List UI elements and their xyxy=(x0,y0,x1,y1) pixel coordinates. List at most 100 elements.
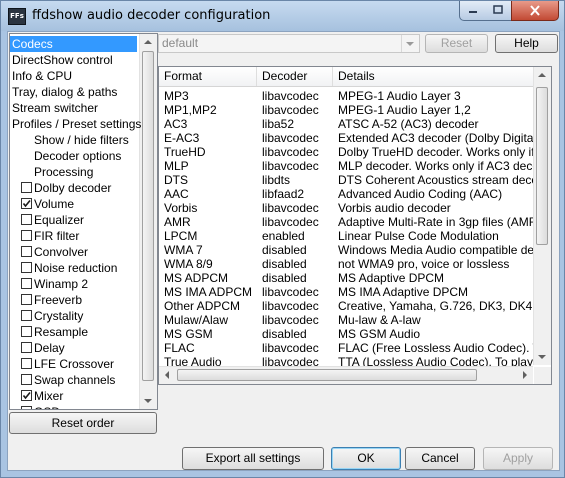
codec-format-cell: MP1,MP2 xyxy=(164,103,217,117)
codec-decoder-cell: libfaad2 xyxy=(262,187,305,201)
checkbox[interactable] xyxy=(21,182,32,193)
scroll-down-arrow-icon[interactable] xyxy=(538,355,546,359)
tree-scroll-thumb[interactable] xyxy=(142,51,154,381)
codec-format-cell: MP3 xyxy=(164,89,189,103)
tree-item-label: Stream switcher xyxy=(12,101,99,115)
codec-row[interactable]: MLP libavcodec MLP decoder. Works only if … xyxy=(159,159,533,173)
tree-item-label: Decoder options xyxy=(34,149,122,163)
tree-item-label: FIR filter xyxy=(34,229,80,243)
codec-row[interactable]: Vorbis libavcodec Vorbis audio decoder xyxy=(159,201,533,215)
codec-list-vscroll-thumb[interactable] xyxy=(536,87,548,245)
title-bar[interactable]: FFs ffdshow audio decoder configuration xyxy=(1,1,564,31)
checkbox[interactable] xyxy=(21,310,32,321)
checkbox[interactable] xyxy=(21,358,32,369)
codec-format-cell: WMA 7 xyxy=(164,243,203,257)
tree-item-label: Codecs xyxy=(12,37,53,51)
codec-details-cell: DTS Coherent Acoustics stream decoder xyxy=(338,173,533,187)
scroll-up-arrow-icon[interactable] xyxy=(538,73,546,77)
export-all-settings-button[interactable]: Export all settings xyxy=(182,447,324,470)
minimize-button[interactable] xyxy=(459,1,487,21)
column-header-decoder[interactable]: Decoder xyxy=(257,67,333,86)
codec-format-cell: MS ADPCM xyxy=(164,271,229,285)
codec-row[interactable]: Other ADPCM libavcodec Creative, Yamaha, G… xyxy=(159,299,533,313)
codec-list-header: Format Decoder Details xyxy=(159,67,533,87)
codec-row[interactable]: MP3 libavcodec MPEG-1 Audio Layer 3 xyxy=(159,89,533,103)
codec-format-cell: MS IMA ADPCM xyxy=(164,285,253,299)
codec-row[interactable]: Mulaw/Alaw libavcodec Mu-law & A-law xyxy=(159,313,533,327)
codec-details-cell: MS IMA Adaptive DPCM xyxy=(338,285,469,299)
codec-details-cell: MPEG-1 Audio Layer 3 xyxy=(338,89,461,103)
codec-details-cell: not WMA9 pro, voice or lossless xyxy=(338,257,510,271)
chevron-down-icon[interactable] xyxy=(401,35,419,52)
tree-item-label: Info & CPU xyxy=(12,69,73,83)
codec-row[interactable]: AMR libavcodec Adaptive Multi-Rate in 3gp … xyxy=(159,215,533,229)
scroll-down-arrow-icon[interactable] xyxy=(144,399,152,403)
codec-row[interactable]: MS GSM disabled MS GSM Audio xyxy=(159,327,533,341)
cancel-button[interactable]: Cancel xyxy=(405,447,475,470)
codec-decoder-cell: libavcodec xyxy=(262,131,319,145)
reset-order-button[interactable]: Reset order xyxy=(9,412,157,434)
reset-button[interactable]: Reset xyxy=(425,34,488,53)
codec-row[interactable]: WMA 8/9 disabled not WMA9 pro, voice or lo… xyxy=(159,257,533,271)
tree-item-label: Tray, dialog & paths xyxy=(12,85,118,99)
checkbox-checked[interactable] xyxy=(21,390,32,401)
checkbox[interactable] xyxy=(21,278,32,289)
ffdshow-app-icon[interactable]: FFs xyxy=(8,8,26,25)
checkbox[interactable] xyxy=(21,374,32,385)
codec-row[interactable]: DTS libdts DTS Coherent Acoustics stream d… xyxy=(159,173,533,187)
tree-item-label: Delay xyxy=(34,341,65,355)
scrollbar-corner xyxy=(534,367,551,384)
codec-row[interactable]: MS IMA ADPCM libavcodec MS IMA Adaptive DP… xyxy=(159,285,533,299)
codec-row[interactable]: MP1,MP2 libavcodec MPEG-1 Audio Layer 1,2 xyxy=(159,103,533,117)
codec-row[interactable]: TrueHD libavcodec Dolby TrueHD decoder. Wo… xyxy=(159,145,533,159)
checkbox[interactable] xyxy=(21,214,32,225)
codec-list-hscroll-thumb[interactable] xyxy=(177,369,477,381)
codec-row[interactable]: E-AC3 libavcodec Extended AC3 decoder (Dol… xyxy=(159,131,533,145)
maximize-button[interactable] xyxy=(485,1,512,21)
codec-format-cell: MLP xyxy=(164,159,189,173)
checkbox[interactable] xyxy=(21,246,32,257)
codec-format-cell: WMA 8/9 xyxy=(164,257,213,271)
codec-format-cell: Other ADPCM xyxy=(164,299,241,313)
tree-item-label: Dolby decoder xyxy=(34,181,112,195)
scroll-up-arrow-icon[interactable] xyxy=(144,40,152,44)
checkbox[interactable] xyxy=(21,326,32,337)
codec-details-cell: Vorbis audio decoder xyxy=(338,201,451,215)
settings-tree[interactable]: Codecs DirectShow control Info & CPU Tray, … xyxy=(9,33,158,410)
codec-list-vscrollbar[interactable] xyxy=(533,67,551,365)
checkbox[interactable] xyxy=(21,262,32,273)
codec-row[interactable]: AC3 liba52 ATSC A-52 (AC3) decoder xyxy=(159,117,533,131)
codec-row[interactable]: MS ADPCM disabled MS Adaptive DPCM xyxy=(159,271,533,285)
codec-details-cell: MS GSM Audio xyxy=(338,327,421,341)
codec-row[interactable]: WMA 7 disabled Windows Media Audio compati… xyxy=(159,243,533,257)
scroll-left-arrow-icon[interactable] xyxy=(165,371,169,379)
codec-decoder-cell: libavcodec xyxy=(262,89,319,103)
codec-list-hscrollbar[interactable] xyxy=(159,366,533,384)
codec-decoder-cell: libavcodec xyxy=(262,159,319,173)
codec-list[interactable]: Format Decoder Details MP3 libavcodec MPEG… xyxy=(158,66,552,385)
checkbox[interactable] xyxy=(21,342,32,353)
checkmark-icon xyxy=(22,199,31,208)
checkbox-checked[interactable] xyxy=(21,198,32,209)
codec-row[interactable]: FLAC libavcodec FLAC (Free Lossless Audio … xyxy=(159,341,533,355)
help-button[interactable]: Help xyxy=(495,34,558,53)
tree-item[interactable]: Codecs xyxy=(10,36,137,52)
window-title: ffdshow audio decoder configuration xyxy=(32,8,271,23)
tree-item-label: Noise reduction xyxy=(34,261,118,275)
checkbox[interactable] xyxy=(21,230,32,241)
column-header-details[interactable]: Details xyxy=(333,67,533,86)
close-button[interactable] xyxy=(511,1,559,21)
checkbox[interactable] xyxy=(21,406,32,409)
preset-select[interactable]: default xyxy=(158,34,420,53)
codec-format-cell: E-AC3 xyxy=(164,131,200,145)
codec-details-cell: Linear Pulse Code Modulation xyxy=(338,229,499,243)
column-header-format[interactable]: Format xyxy=(159,67,257,86)
codec-row[interactable]: AAC libfaad2 Advanced Audio Coding (AAC) xyxy=(159,187,533,201)
checkbox[interactable] xyxy=(21,294,32,305)
codec-format-cell: AMR xyxy=(164,215,191,229)
tree-scrollbar[interactable] xyxy=(139,34,157,409)
ok-button[interactable]: OK xyxy=(331,447,401,470)
codec-row[interactable]: LPCM enabled Linear Pulse Code Modulation xyxy=(159,229,533,243)
scroll-right-arrow-icon[interactable] xyxy=(523,371,527,379)
apply-button[interactable]: Apply xyxy=(483,447,553,470)
